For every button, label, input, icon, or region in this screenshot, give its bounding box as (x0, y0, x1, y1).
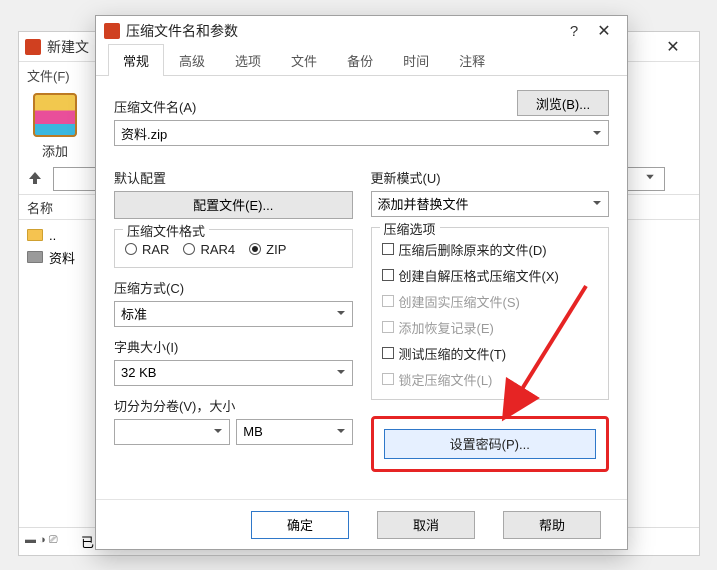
format-group: 压缩文件格式 RAR RAR4 ZIP (114, 229, 353, 268)
right-column: 更新模式(U) 添加并替换文件 压缩选项 压缩后删除原来的文件(D) 创建自解压… (371, 168, 610, 494)
split-unit-dropdown[interactable]: MB (236, 419, 352, 445)
update-value: 添加并替换文件 (378, 194, 469, 213)
help-label: 帮助 (539, 515, 565, 534)
dialog-titlebar: 压缩文件名和参数 ? ✕ (96, 16, 627, 46)
set-password-button[interactable]: 设置密码(P)... (384, 429, 597, 459)
radio-icon (125, 243, 137, 255)
format-legend: 压缩文件格式 (123, 221, 209, 240)
folder-icon (27, 251, 43, 263)
profile-label: 配置文件(E)... (193, 195, 273, 214)
dict-dropdown[interactable]: 32 KB (114, 360, 353, 386)
item-label: 资料 (49, 248, 75, 267)
tab-time[interactable]: 时间 (388, 44, 444, 76)
item-label: .. (49, 228, 56, 243)
method-dropdown[interactable]: 标准 (114, 301, 353, 327)
archive-name-value: 资料.zip (121, 124, 167, 143)
up-icon[interactable] (27, 170, 45, 188)
close-icon[interactable]: ✕ (589, 21, 619, 41)
cancel-button[interactable]: 取消 (377, 511, 475, 539)
help-icon[interactable]: ? (559, 23, 589, 40)
dialog-title: 压缩文件名和参数 (126, 21, 559, 41)
app-icon (104, 23, 120, 39)
method-label: 压缩方式(C) (114, 278, 353, 297)
chevron-down-icon (592, 126, 602, 141)
checkbox-icon (382, 347, 394, 359)
toolbar-add-label: 添加 (27, 141, 83, 160)
check-solid: 创建固实压缩文件(S) (382, 292, 599, 311)
checkbox-icon (382, 269, 394, 281)
chevron-down-icon (336, 306, 346, 321)
ok-button[interactable]: 确定 (251, 511, 349, 539)
method-value: 标准 (121, 304, 147, 323)
tab-options[interactable]: 选项 (220, 44, 276, 76)
menu-file[interactable]: 文件(F) (27, 66, 70, 85)
check-recovery: 添加恢复记录(E) (382, 318, 599, 337)
chevron-down-icon (336, 424, 346, 439)
status-text: 已 (81, 532, 94, 551)
tab-backup[interactable]: 备份 (332, 44, 388, 76)
chevron-down-icon (213, 424, 223, 439)
folder-icon (27, 229, 43, 241)
radio-icon (183, 243, 195, 255)
dialog-body: 压缩文件名(A) 浏览(B)... 资料.zip 默认配置 配置文件(E)...… (96, 76, 627, 499)
books-icon (33, 93, 77, 137)
chevron-down-icon (592, 196, 602, 211)
options-legend: 压缩选项 (380, 219, 440, 238)
update-label: 更新模式(U) (371, 168, 610, 187)
checkbox-icon (382, 373, 394, 385)
col-name: 名称 (27, 198, 53, 217)
left-column: 默认配置 配置文件(E)... 压缩文件格式 RAR RAR4 ZIP 压缩方式… (114, 168, 353, 494)
profile-button[interactable]: 配置文件(E)... (114, 191, 353, 219)
check-lock: 锁定压缩文件(L) (382, 370, 599, 389)
dict-label: 字典大小(I) (114, 337, 353, 356)
chevron-down-icon (644, 171, 660, 187)
split-size-field[interactable] (114, 419, 230, 445)
archive-name-field[interactable]: 资料.zip (114, 120, 609, 146)
checkbox-icon (382, 295, 394, 307)
toolbar-add-button[interactable]: 添加 (27, 93, 83, 160)
radio-rar[interactable]: RAR (125, 242, 169, 257)
ok-label: 确定 (287, 515, 313, 534)
close-icon[interactable]: ✕ (653, 37, 693, 57)
split-label: 切分为分卷(V)，大小 (114, 396, 353, 415)
set-password-label: 设置密码(P)... (450, 434, 530, 453)
browse-label: 浏览(B)... (536, 94, 590, 113)
checkbox-icon (382, 243, 394, 255)
split-unit-value: MB (243, 424, 263, 439)
check-delete[interactable]: 压缩后删除原来的文件(D) (382, 240, 599, 259)
update-dropdown[interactable]: 添加并替换文件 (371, 191, 610, 217)
tab-comment[interactable]: 注释 (444, 44, 500, 76)
device-icon: ▬ ◑ ⎚ (25, 534, 73, 550)
check-sfx[interactable]: 创建自解压格式压缩文件(X) (382, 266, 599, 285)
archive-dialog: 压缩文件名和参数 ? ✕ 常规 高级 选项 文件 备份 时间 注释 压缩文件名(… (95, 15, 628, 550)
cancel-label: 取消 (413, 515, 439, 534)
radio-icon (249, 243, 261, 255)
checkbox-icon (382, 321, 394, 333)
radio-rar4[interactable]: RAR4 (183, 242, 235, 257)
tab-files[interactable]: 文件 (276, 44, 332, 76)
browse-button[interactable]: 浏览(B)... (517, 90, 609, 116)
help-button[interactable]: 帮助 (503, 511, 601, 539)
chevron-down-icon (336, 365, 346, 380)
default-profile-label: 默认配置 (114, 168, 353, 187)
archive-name-label: 压缩文件名(A) (114, 97, 196, 116)
options-group: 压缩选项 压缩后删除原来的文件(D) 创建自解压格式压缩文件(X) 创建固实压缩… (371, 227, 610, 400)
tab-advanced[interactable]: 高级 (164, 44, 220, 76)
tab-general[interactable]: 常规 (108, 44, 164, 76)
radio-zip[interactable]: ZIP (249, 242, 286, 257)
check-test[interactable]: 测试压缩的文件(T) (382, 344, 599, 363)
password-highlight: 设置密码(P)... (371, 416, 610, 472)
tab-bar: 常规 高级 选项 文件 备份 时间 注释 (96, 46, 627, 76)
app-icon (25, 39, 41, 55)
dict-value: 32 KB (121, 365, 156, 380)
dialog-buttons: 确定 取消 帮助 (96, 499, 627, 549)
